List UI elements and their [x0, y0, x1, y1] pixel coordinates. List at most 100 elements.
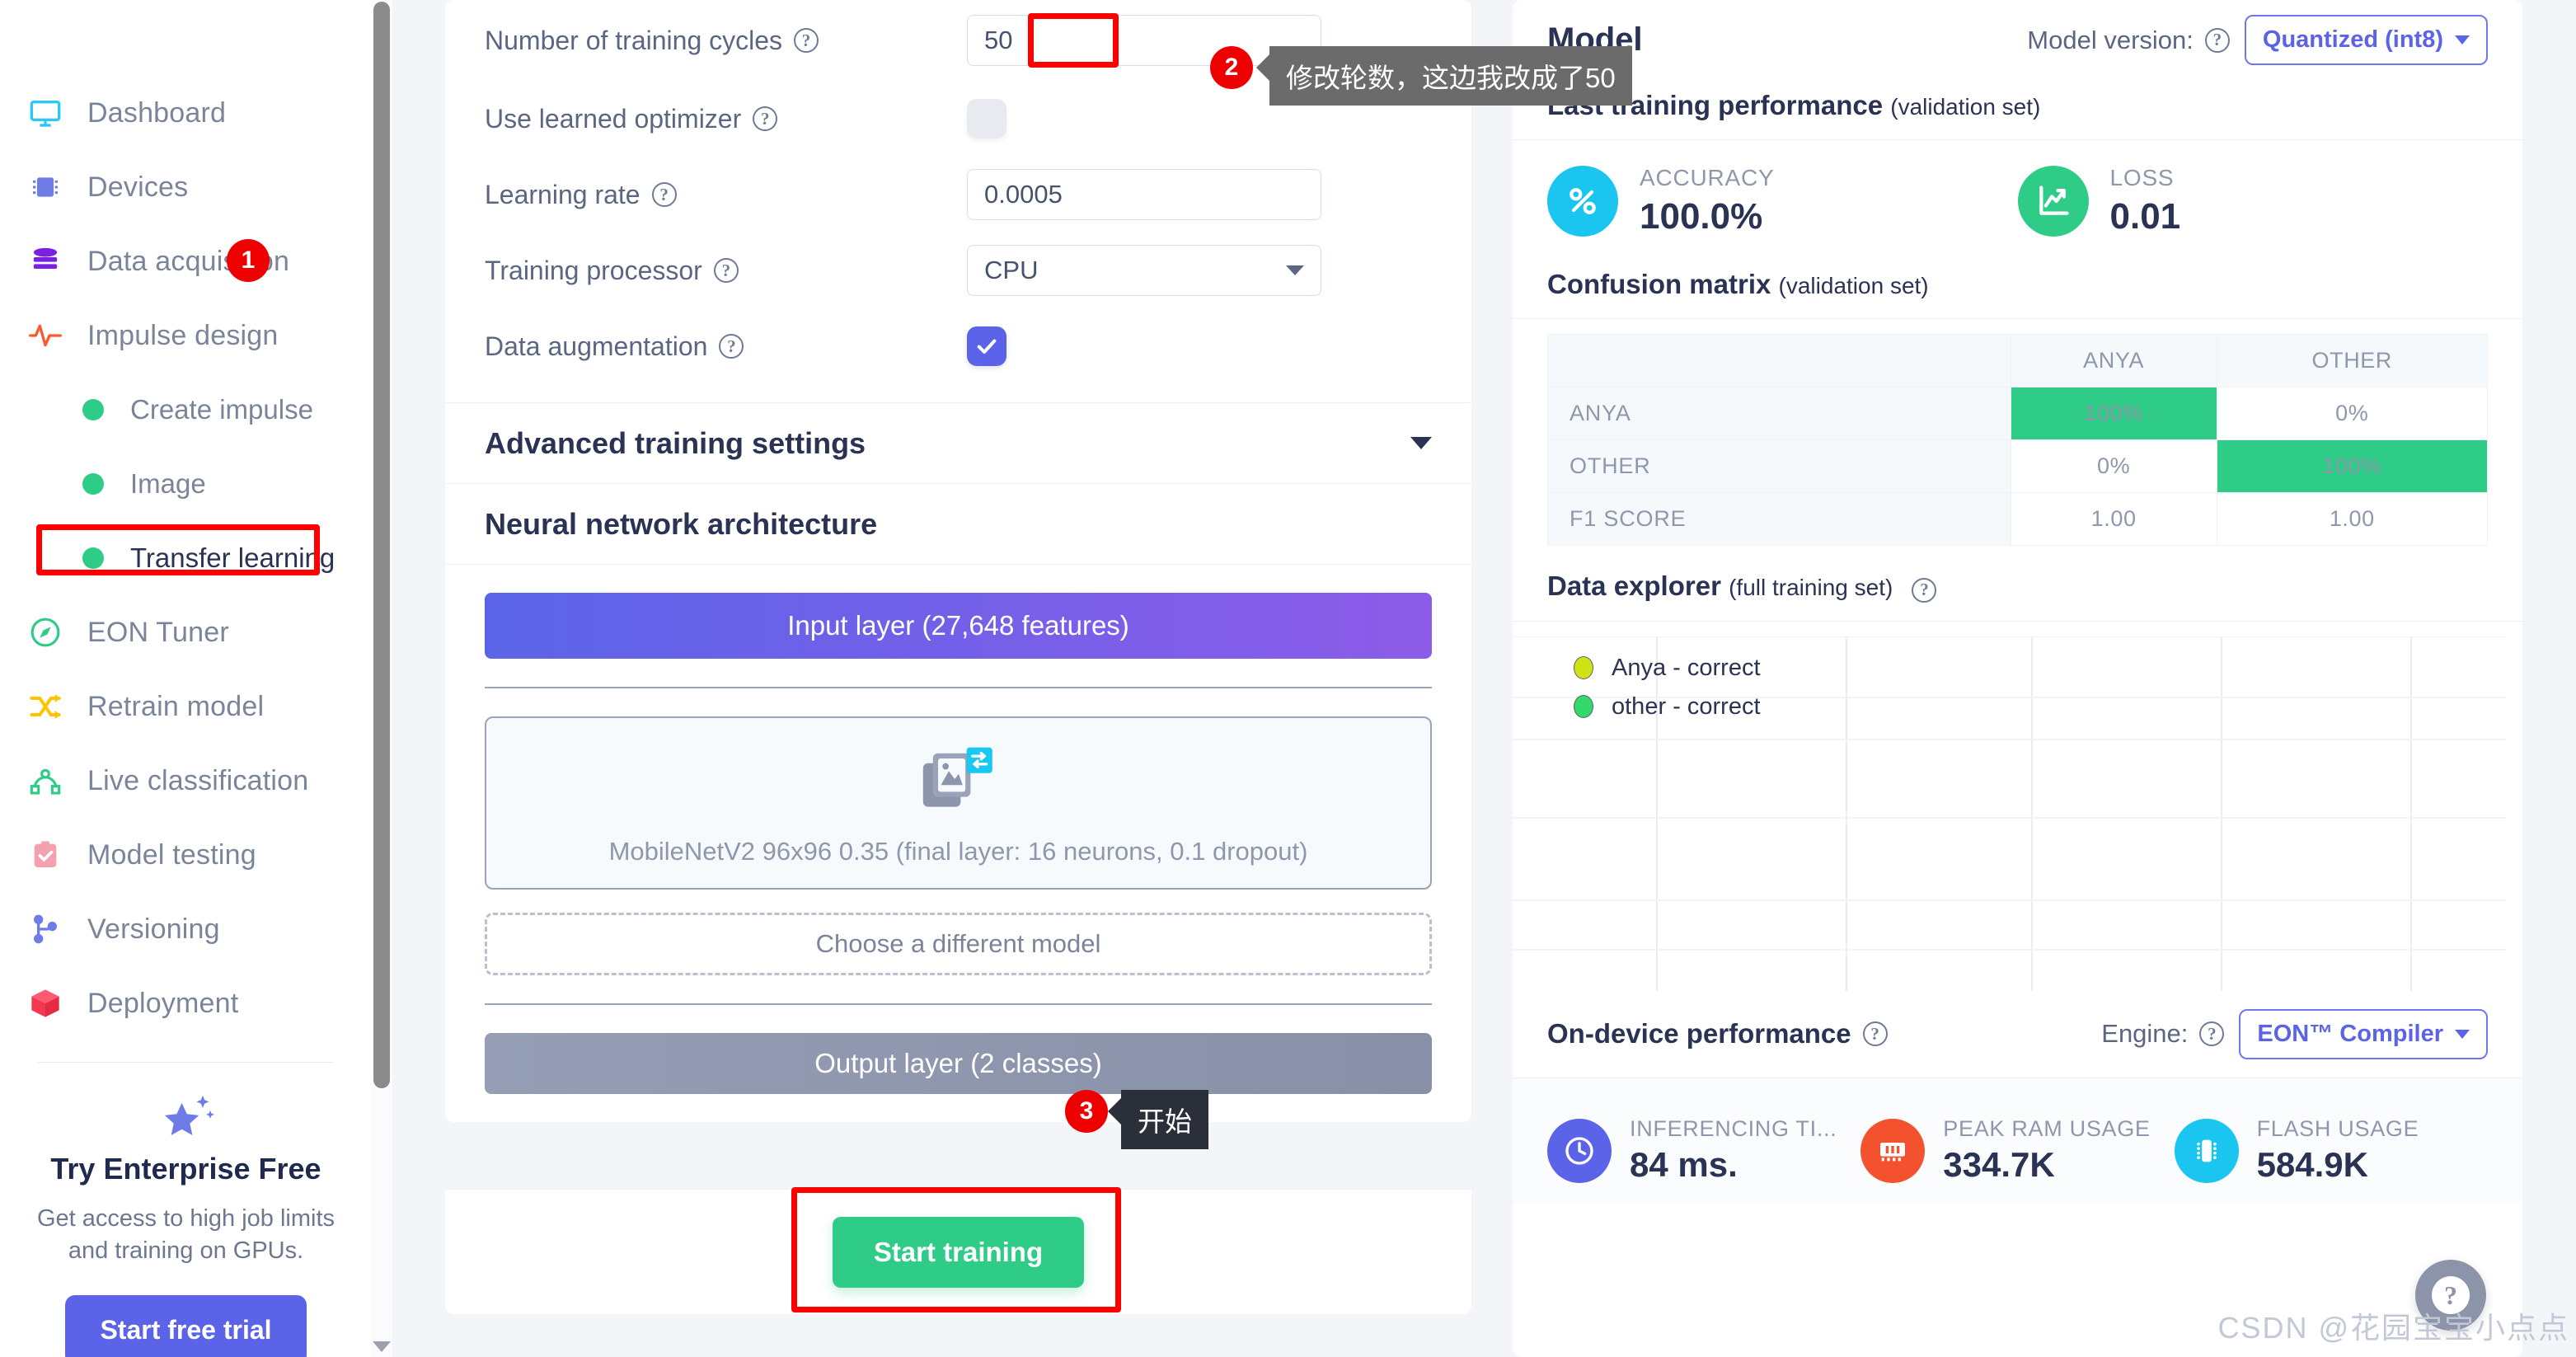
sidebar-scrollbar-thumb[interactable] — [373, 2, 390, 1088]
perf-label: FLASH USAGE — [2256, 1116, 2419, 1141]
label-learned-optimizer: Use learned optimizer ? — [485, 104, 778, 134]
annotation-arrow-3 — [1108, 1098, 1121, 1125]
help-icon[interactable]: ? — [719, 334, 744, 359]
training-processor-field-wrap: CPU — [967, 245, 1321, 296]
chevron-down-icon — [2455, 35, 2470, 45]
help-icon[interactable]: ? — [1912, 577, 1937, 603]
performance-row: INFERENCING TI... 84 ms. PEAK RAM USAGE … — [1513, 1078, 2522, 1202]
compass-icon — [23, 610, 68, 655]
training-processor-select[interactable]: CPU — [967, 245, 1321, 296]
shuffle-icon — [23, 684, 68, 729]
sidebar-item-impulse-design[interactable]: Impulse design — [0, 298, 372, 373]
kpi-accuracy: ACCURACY 100.0% — [1547, 165, 2018, 237]
help-fab-button[interactable]: ? — [2415, 1260, 2486, 1331]
sidebar-subitem-image[interactable]: Image — [0, 447, 372, 521]
table-row: ANYA 100% 0% — [1547, 387, 2489, 440]
sidebar-item-label: Versioning — [87, 913, 220, 945]
sidebar-item-devices[interactable]: Devices — [0, 150, 372, 224]
annotation-marker-1: 1 — [227, 239, 270, 282]
promo-title: Try Enterprise Free — [50, 1152, 321, 1186]
advanced-training-settings-header[interactable]: Advanced training settings — [445, 402, 1471, 483]
sidebar-subitem-create-impulse[interactable]: Create impulse — [0, 373, 372, 447]
help-icon[interactable]: ? — [2204, 27, 2230, 53]
sidebar-item-label: EON Tuner — [87, 616, 229, 648]
main-content: Number of training cycles ? Use learned … — [445, 0, 1509, 1357]
cell: 100% — [2216, 439, 2489, 493]
sidebar-item-dashboard[interactable]: Dashboard — [0, 76, 372, 150]
perf-label: PEAK RAM USAGE — [1943, 1116, 2151, 1141]
kpi-value: 0.01 — [2109, 196, 2181, 237]
flash-chip-icon — [2174, 1118, 2239, 1183]
data-augmentation-checkbox[interactable] — [967, 326, 1006, 366]
field-row-learning-rate: Learning rate ? — [445, 157, 1471, 232]
start-free-trial-button[interactable]: Start free trial — [65, 1295, 307, 1357]
legend-label: other - correct — [1612, 693, 1761, 720]
output-layer-block[interactable]: Output layer (2 classes) — [485, 1033, 1432, 1094]
data-augmentation-field-wrap — [967, 326, 1006, 366]
input-layer-block[interactable]: Input layer (27,648 features) — [485, 593, 1432, 659]
percent-icon — [1547, 166, 1618, 237]
sidebar-item-model-testing[interactable]: Model testing — [0, 818, 372, 892]
start-training-button[interactable]: Start training — [832, 1216, 1085, 1288]
table-header-row: ANYA OTHER — [1547, 334, 2489, 387]
sidebar-item-data-acquisition[interactable]: Data acquisition — [0, 224, 372, 298]
perf-label: INFERENCING TI... — [1630, 1116, 1837, 1141]
cell: 0% — [2010, 439, 2217, 493]
engine-dropdown[interactable]: EON™ Compiler — [2239, 1008, 2488, 1059]
data-explorer-header: Data explorer (full training set) ? — [1513, 546, 2522, 621]
ram-icon — [1860, 1118, 1926, 1183]
sidebar-subitem-transfer-learning[interactable]: Transfer learning — [0, 521, 372, 595]
learning-rate-input[interactable] — [967, 169, 1321, 220]
annotation-marker-2: 2 — [1210, 46, 1253, 89]
sidebar-item-live-classification[interactable]: Live classification — [0, 744, 372, 818]
sidebar: Dashboard Devices Data acquisition Impul… — [0, 0, 373, 1357]
sidebar-item-deployment[interactable]: Deployment — [0, 966, 372, 1040]
learned-optimizer-field-wrap — [967, 99, 1006, 139]
kpi-label: LOSS — [2109, 165, 2175, 190]
help-icon[interactable]: ? — [2199, 1021, 2225, 1046]
last-training-performance-header: Last training performance (validation se… — [1547, 90, 2041, 120]
chevron-down-icon — [2455, 1029, 2470, 1039]
legend-label: Anya - correct — [1612, 654, 1761, 681]
label-training-processor: Training processor ? — [485, 256, 739, 286]
label-learning-rate: Learning rate ? — [485, 180, 677, 210]
help-icon[interactable]: ? — [753, 106, 778, 131]
on-device-performance-header: On-device performance ? Engine: ? EON™ C… — [1513, 991, 2522, 1078]
table-row: OTHER 0% 100% — [1547, 439, 2489, 493]
selected-model-name: MobileNetV2 96x96 0.35 (final layer: 16 … — [608, 837, 1308, 866]
sidebar-nav: Dashboard Devices Data acquisition Impul… — [0, 0, 372, 1357]
training-processor-value: CPU — [984, 256, 1039, 284]
nodes-icon — [23, 758, 68, 803]
legend-item: Anya - correct — [1574, 655, 1761, 682]
field-row-data-augmentation: Data augmentation ? — [445, 308, 1471, 384]
data-explorer-scatter[interactable]: Anya - correct other - correct — [1513, 636, 2522, 991]
sidebar-item-versioning[interactable]: Versioning — [0, 892, 372, 966]
choose-different-model-button[interactable]: Choose a different model — [485, 913, 1432, 975]
selected-model-box[interactable]: MobileNetV2 96x96 0.35 (final layer: 16 … — [485, 716, 1432, 890]
sidebar-item-retrain-model[interactable]: Retrain model — [0, 669, 372, 744]
help-icon[interactable]: ? — [713, 258, 739, 283]
branch-icon — [23, 907, 68, 951]
learned-optimizer-toggle[interactable] — [967, 99, 1006, 139]
engine-value: EON™ Compiler — [2257, 1020, 2443, 1047]
perf-inferencing-time: INFERENCING TI... 84 ms. — [1547, 1116, 1860, 1185]
model-version-dropdown[interactable]: Quantized (int8) — [2244, 15, 2488, 65]
annotation-arrow-2 — [1256, 54, 1269, 81]
start-training-card: Start training — [445, 1189, 1471, 1314]
confusion-matrix-table: ANYA OTHER ANYA 100% 0% OTHER 0% 100% F1… — [1547, 334, 2489, 546]
sidebar-item-eon-tuner[interactable]: EON Tuner — [0, 595, 372, 669]
learning-rate-field-wrap — [967, 169, 1321, 220]
cell: 1.00 — [2216, 492, 2489, 546]
scatter-legend: Anya - correct other - correct — [1574, 655, 1761, 732]
sidebar-item-label: Model testing — [87, 838, 256, 871]
help-icon[interactable]: ? — [651, 182, 677, 207]
row-header: F1 SCORE — [1547, 492, 2011, 546]
annotation-tooltip-2: 修改轮数，这边我改成了50 — [1269, 46, 1632, 106]
help-icon[interactable]: ? — [794, 28, 819, 53]
scroll-down-arrow-icon[interactable] — [373, 1341, 391, 1352]
architecture-block: Input layer (27,648 features) — [445, 564, 1471, 659]
status-dot-icon — [82, 473, 104, 495]
engine-group: Engine: ? EON™ Compiler — [2101, 1008, 2488, 1059]
perf-value: 84 ms. — [1630, 1145, 1738, 1184]
help-icon[interactable]: ? — [1862, 1021, 1888, 1046]
